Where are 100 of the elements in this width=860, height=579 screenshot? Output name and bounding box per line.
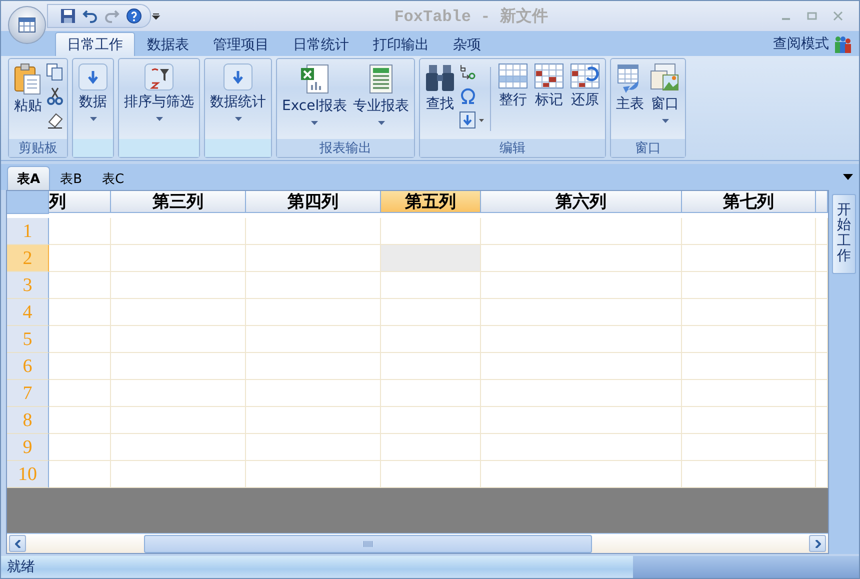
horizontal-scrollbar[interactable] xyxy=(7,533,828,553)
ribbon-button[interactable]: 查找 xyxy=(423,61,458,137)
column-header[interactable]: 第三列 xyxy=(111,191,246,213)
ribbon-button[interactable]: 主表 xyxy=(614,61,646,137)
replace-icon[interactable] xyxy=(459,63,478,81)
table-cell[interactable] xyxy=(246,461,381,488)
undo-icon[interactable] xyxy=(82,8,98,24)
table-cell[interactable] xyxy=(481,380,682,407)
table-cell[interactable] xyxy=(49,461,111,488)
scrollbar-thumb[interactable] xyxy=(144,534,592,552)
table-cell[interactable] xyxy=(481,353,682,380)
table-cell[interactable] xyxy=(49,407,111,434)
table-cell[interactable] xyxy=(246,407,381,434)
table-cell[interactable] xyxy=(682,353,816,380)
table-cell[interactable] xyxy=(816,326,828,353)
table-cell[interactable] xyxy=(111,272,246,299)
corner-cell[interactable] xyxy=(7,191,49,214)
ribbon-tab[interactable]: 日常工作 xyxy=(55,32,135,56)
insert-down-icon[interactable] xyxy=(459,111,486,129)
ribbon-button[interactable]: 标记 xyxy=(532,61,566,137)
table-cell[interactable] xyxy=(481,218,682,245)
table-cell[interactable] xyxy=(246,299,381,326)
people-icon[interactable] xyxy=(833,34,853,54)
table-cell[interactable] xyxy=(816,218,828,245)
side-panel-tab[interactable]: 开始工作 xyxy=(832,194,856,274)
table-cell[interactable] xyxy=(49,380,111,407)
table-cell[interactable] xyxy=(111,380,246,407)
table-cell[interactable] xyxy=(246,380,381,407)
table-cell[interactable] xyxy=(111,353,246,380)
table-cell[interactable] xyxy=(246,353,381,380)
table-cell[interactable] xyxy=(481,407,682,434)
ribbon-button[interactable]: 数据统计 xyxy=(208,61,268,137)
save-icon[interactable] xyxy=(60,8,76,24)
table-cell[interactable] xyxy=(816,299,828,326)
ribbon-tab[interactable]: 管理项目 xyxy=(201,32,281,56)
table-cell[interactable] xyxy=(246,245,381,272)
scroll-right-button[interactable] xyxy=(809,535,826,552)
ribbon-button[interactable]: 还原 xyxy=(568,61,602,137)
omega-icon[interactable] xyxy=(459,87,478,105)
table-cell[interactable] xyxy=(381,299,481,326)
column-header[interactable] xyxy=(816,191,828,213)
table-cell[interactable] xyxy=(381,353,481,380)
table-cell[interactable] xyxy=(111,245,246,272)
table-cell[interactable] xyxy=(49,272,111,299)
sheet-tab[interactable]: 表A xyxy=(7,166,50,190)
customize-menu-icon[interactable] xyxy=(151,11,161,21)
ribbon-button[interactable]: 粘贴 xyxy=(12,61,44,137)
table-cell[interactable] xyxy=(246,326,381,353)
table-cell[interactable] xyxy=(111,461,246,488)
table-cell[interactable] xyxy=(381,380,481,407)
table-cell[interactable] xyxy=(816,353,828,380)
table-cell[interactable] xyxy=(682,434,816,461)
table-cell[interactable] xyxy=(816,272,828,299)
table-cell[interactable] xyxy=(246,218,381,245)
table-cell[interactable] xyxy=(381,461,481,488)
table-cell[interactable] xyxy=(682,218,816,245)
table-cell[interactable] xyxy=(49,434,111,461)
table-cell[interactable] xyxy=(49,353,111,380)
table-cell[interactable] xyxy=(682,380,816,407)
ribbon-button[interactable]: 窗口 xyxy=(648,61,682,137)
table-cell[interactable] xyxy=(381,326,481,353)
table-cell[interactable] xyxy=(682,407,816,434)
ribbon-button[interactable]: 专业报表 xyxy=(351,61,412,137)
dropdown-icon[interactable] xyxy=(843,174,853,180)
table-cell[interactable] xyxy=(816,434,828,461)
scroll-left-button[interactable] xyxy=(9,535,26,552)
eraser-icon[interactable] xyxy=(46,111,64,129)
table-cell[interactable] xyxy=(246,272,381,299)
ribbon-button[interactable]: Excel报表 xyxy=(280,61,350,137)
table-cell[interactable] xyxy=(682,461,816,488)
table-cell[interactable] xyxy=(111,407,246,434)
table-cell[interactable] xyxy=(481,461,682,488)
table-cell[interactable] xyxy=(111,326,246,353)
ribbon-tab[interactable]: 打印输出 xyxy=(361,32,441,56)
table-cell[interactable] xyxy=(481,272,682,299)
table-cell[interactable] xyxy=(381,407,481,434)
table-cell[interactable] xyxy=(682,299,816,326)
scissors-icon[interactable] xyxy=(46,87,64,105)
table-cell[interactable] xyxy=(111,218,246,245)
table-cell[interactable] xyxy=(49,326,111,353)
table-cell[interactable] xyxy=(481,434,682,461)
table-cell[interactable] xyxy=(381,434,481,461)
sheet-tab[interactable]: 表C xyxy=(92,166,134,190)
table-cell[interactable] xyxy=(682,272,816,299)
column-header[interactable]: 第七列 xyxy=(682,191,816,213)
column-header[interactable]: 第四列 xyxy=(246,191,381,213)
redo-icon[interactable] xyxy=(104,8,120,24)
sheet-tab[interactable]: 表B xyxy=(50,166,92,190)
ribbon-tab[interactable]: 杂项 xyxy=(441,32,493,56)
table-cell[interactable] xyxy=(682,245,816,272)
ribbon-button[interactable]: 整行 xyxy=(496,61,530,137)
table-cell[interactable] xyxy=(816,380,828,407)
table-cell[interactable] xyxy=(816,407,828,434)
table-cell[interactable] xyxy=(49,245,111,272)
table-cell[interactable] xyxy=(111,299,246,326)
close-icon[interactable] xyxy=(833,11,843,21)
table-cell[interactable] xyxy=(682,326,816,353)
ribbon-tab[interactable]: 数据表 xyxy=(135,32,201,56)
ribbon-tab[interactable]: 日常统计 xyxy=(281,32,361,56)
table-cell[interactable] xyxy=(49,299,111,326)
